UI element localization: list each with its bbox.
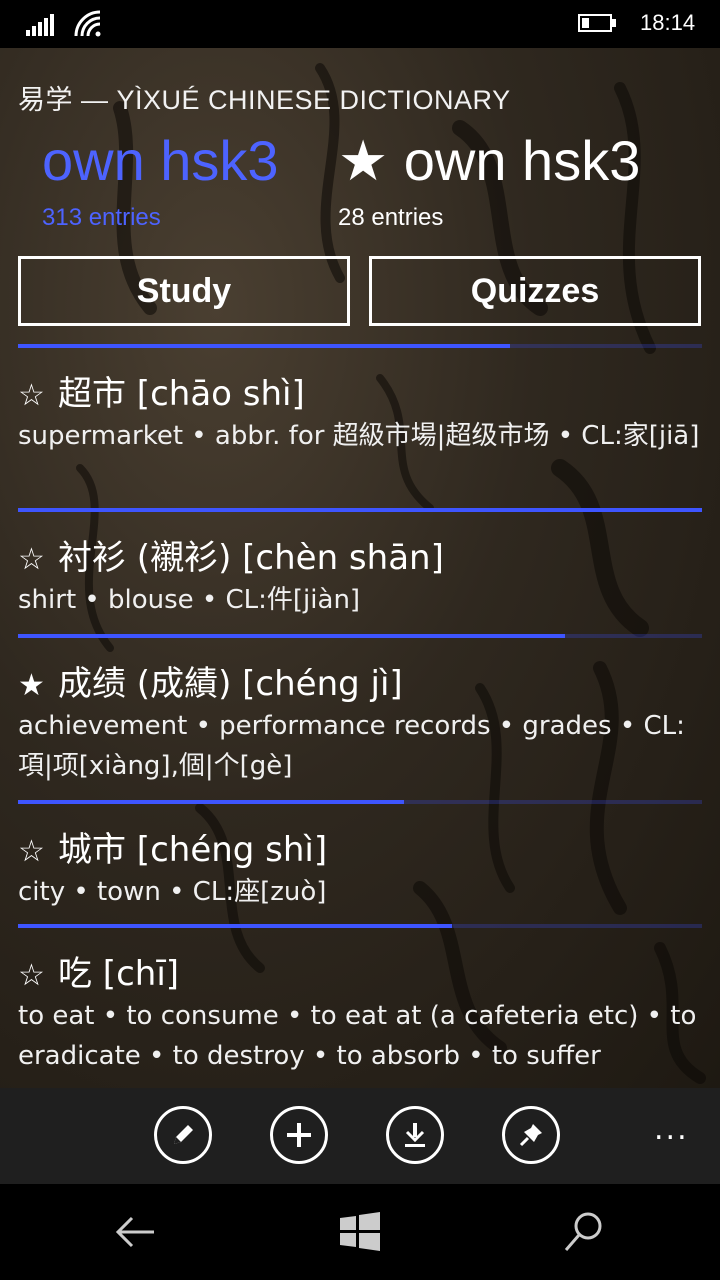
entry-progress-bar: [18, 924, 702, 928]
study-button[interactable]: Study: [18, 256, 350, 326]
list-item[interactable]: ☆ 衬衫 (襯衫) [chèn shān] shirt • blouse • CL…: [18, 538, 702, 620]
entry-progress-fill: [18, 634, 566, 638]
pin-button[interactable]: [502, 1106, 560, 1164]
entry-definition: to eat • to consume • to eat at (a cafet…: [18, 1001, 697, 1071]
nav-bar: [0, 1184, 720, 1280]
clock: 18:14: [640, 10, 696, 35]
entry-progress-bar: [18, 800, 702, 804]
entry-definition: shirt • blouse • CL:件[jiàn]: [18, 585, 361, 615]
pencil-icon: [174, 1125, 193, 1144]
entry-progress-bar: [18, 634, 702, 638]
app-title: 易学 — YÌXUÉ CHINESE DICTIONARY: [18, 85, 511, 115]
wifi-icon: [74, 10, 101, 37]
pivot-own-hsk3[interactable]: own hsk3: [42, 128, 279, 193]
add-icon: [287, 1123, 311, 1147]
edit-button[interactable]: [154, 1106, 212, 1164]
pin-icon: [519, 1124, 542, 1147]
entry-headword: 吃 [chī]: [58, 954, 180, 994]
entry-progress-bar: [18, 508, 702, 512]
entry-headword: 成绩 (成績) [chéng jì]: [58, 664, 403, 704]
add-button[interactable]: [270, 1106, 328, 1164]
download-button[interactable]: [386, 1106, 444, 1164]
entry-definition: supermarket • abbr. for 超級市場|超级市场 • CL:家…: [18, 421, 700, 451]
quizzes-button[interactable]: Quizzes: [369, 256, 701, 326]
star-outline-icon[interactable]: ☆: [18, 832, 58, 872]
star-outline-icon[interactable]: ☆: [18, 376, 58, 416]
list-item[interactable]: ★ 成绩 (成績) [chéng jì] achievement • perfor…: [18, 664, 702, 786]
list-item[interactable]: ☆ 城市 [chéng shì] city • town • CL:座[zuò]: [18, 830, 702, 912]
status-bar: 18:14: [0, 0, 720, 48]
pivot-starred-own-hsk3[interactable]: ★ own hsk3: [338, 128, 640, 194]
entry-definition: achievement • performance records • grad…: [18, 711, 685, 781]
signal-icon: [26, 14, 54, 36]
back-icon[interactable]: [112, 1208, 160, 1256]
entry-count: 313 entries: [42, 204, 161, 231]
entry-definition: city • town • CL:座[zuò]: [18, 877, 327, 907]
entry-headword: 超市 [chāo shì]: [58, 374, 305, 414]
download-icon: [405, 1123, 425, 1147]
starred-entry-count: 28 entries: [338, 204, 444, 231]
entry-headword: 衬衫 (襯衫) [chèn shān]: [58, 538, 444, 578]
main-panel[interactable]: 易学 — YÌXUÉ CHINESE DICTIONARY own hsk3 ★…: [0, 48, 720, 1088]
windows-icon[interactable]: [336, 1208, 384, 1256]
list-item[interactable]: ☆ 吃 [chī] to eat • to consume • to eat at…: [18, 954, 702, 1076]
battery-icon: [578, 14, 618, 34]
entry-progress-fill: [18, 508, 702, 512]
entry-headword: 城市 [chéng shì]: [58, 830, 328, 870]
app-bar: ...: [0, 1088, 720, 1184]
star-outline-icon[interactable]: ☆: [18, 540, 58, 580]
star-outline-icon[interactable]: ☆: [18, 956, 58, 996]
search-icon[interactable]: [560, 1208, 608, 1256]
entry-progress-fill: [18, 924, 452, 928]
star-filled-icon[interactable]: ★: [18, 666, 58, 706]
entry-progress-fill: [18, 800, 405, 804]
more-button[interactable]: ...: [654, 1112, 689, 1147]
list-progress-bar: [18, 344, 702, 348]
list-item[interactable]: ☆ 超市 [chāo shì] supermarket • abbr. for 超…: [18, 374, 702, 456]
list-progress-fill: [18, 344, 511, 348]
